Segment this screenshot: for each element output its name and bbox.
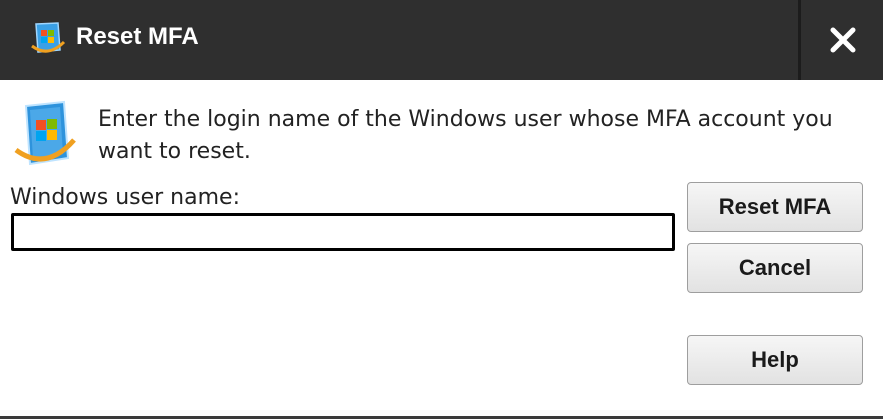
- instruction-text: Enter the login name of the Windows user…: [98, 107, 833, 164]
- close-icon: [830, 27, 856, 53]
- dialog-title: Reset MFA: [76, 23, 199, 50]
- windows-shield-icon: [30, 20, 66, 56]
- close-button[interactable]: [801, 0, 883, 80]
- help-button[interactable]: Help: [687, 335, 863, 385]
- reset-mfa-dialog: Reset MFA Enter the login name of the Wi…: [0, 0, 883, 419]
- username-input[interactable]: [11, 213, 675, 251]
- reset-mfa-button[interactable]: Reset MFA: [687, 182, 863, 232]
- username-label: Windows user name:: [10, 185, 240, 210]
- windows-shield-icon: [12, 100, 78, 170]
- title-bar[interactable]: Reset MFA: [0, 0, 883, 80]
- cancel-button[interactable]: Cancel: [687, 243, 863, 293]
